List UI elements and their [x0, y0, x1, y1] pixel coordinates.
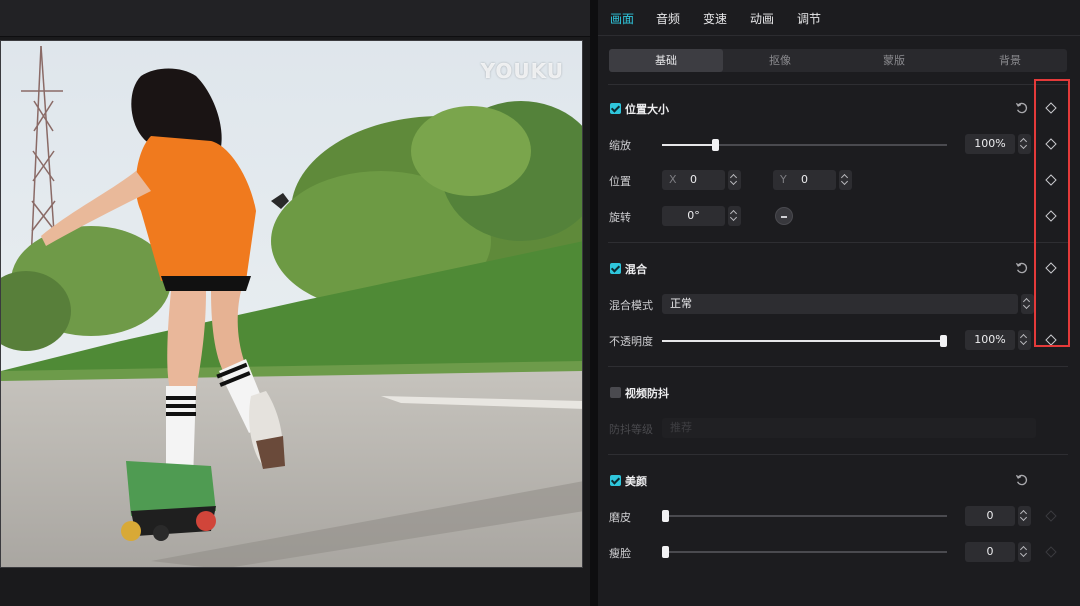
video-frame-image: [1, 41, 582, 567]
keyframe-diamond-icon[interactable]: [1045, 546, 1057, 558]
top-tab-bar: 画面 音频 变速 动画 调节: [598, 0, 1080, 36]
tab-picture[interactable]: 画面: [610, 10, 634, 27]
blend-mode-stepper[interactable]: [1021, 294, 1034, 314]
position-label: 位置: [609, 175, 631, 188]
smooth-value: 0: [986, 509, 994, 522]
opacity-value: 100%: [974, 333, 1006, 346]
smooth-slider[interactable]: [662, 510, 947, 522]
smooth-value-input[interactable]: 0: [965, 506, 1015, 526]
reset-icon[interactable]: [1015, 101, 1029, 115]
preview-footer: [0, 570, 590, 606]
opacity-value-input[interactable]: 100%: [965, 330, 1015, 350]
slim-face-value: 0: [986, 545, 994, 558]
divider: [608, 454, 1068, 455]
keyframe-diamond-icon[interactable]: [1045, 210, 1057, 222]
watermark-text: YOUKU: [480, 59, 564, 83]
preview-header: [0, 0, 590, 37]
sub-tab-bar: 基础 抠像 蒙版 背景: [609, 49, 1067, 72]
opacity-slider[interactable]: [662, 335, 947, 347]
opacity-stepper[interactable]: [1018, 330, 1031, 350]
scale-value: 100%: [974, 137, 1006, 150]
scale-value-input[interactable]: 100%: [965, 134, 1015, 154]
beauty-checkbox[interactable]: [610, 475, 621, 486]
keyframe-diamond-icon[interactable]: [1045, 102, 1057, 114]
tab-speed[interactable]: 变速: [703, 10, 727, 27]
rotate-input[interactable]: 0°: [662, 206, 725, 226]
stabilize-level-select: 推荐: [662, 418, 1036, 438]
scale-label: 缩放: [609, 139, 631, 152]
scale-slider-fill: [662, 144, 715, 146]
blend-mode-select[interactable]: 正常: [662, 294, 1018, 314]
preview-panel: YOUKU: [0, 0, 590, 606]
divider: [608, 242, 1068, 243]
scale-slider-thumb[interactable]: [712, 139, 719, 151]
opacity-slider-thumb[interactable]: [940, 335, 947, 347]
scale-stepper[interactable]: [1018, 134, 1031, 154]
rotate-dial[interactable]: [775, 207, 793, 225]
panel-splitter[interactable]: [590, 0, 598, 606]
slim-face-slider-thumb[interactable]: [662, 546, 669, 558]
divider: [608, 84, 1068, 85]
tab-adjust[interactable]: 调节: [797, 10, 821, 27]
stabilize-title: 视频防抖: [625, 387, 669, 400]
rotate-stepper[interactable]: [728, 206, 741, 226]
keyframe-diamond-icon[interactable]: [1045, 510, 1057, 522]
position-x-input[interactable]: X 0: [662, 170, 725, 190]
rotate-value: 0°: [687, 209, 700, 222]
blend-title: 混合: [625, 263, 647, 276]
position-y-value: 0: [801, 173, 808, 186]
smooth-slider-thumb[interactable]: [662, 510, 669, 522]
video-preview[interactable]: YOUKU: [0, 40, 583, 568]
position-y-stepper[interactable]: [839, 170, 852, 190]
stabilize-level-label: 防抖等级: [609, 423, 653, 436]
position-x-stepper[interactable]: [728, 170, 741, 190]
opacity-slider-fill: [662, 340, 943, 342]
keyframe-diamond-icon[interactable]: [1045, 334, 1057, 346]
slim-face-value-input[interactable]: 0: [965, 542, 1015, 562]
position-y-input[interactable]: Y 0: [773, 170, 836, 190]
keyframe-diamond-icon[interactable]: [1045, 262, 1057, 274]
keyframe-diamond-icon[interactable]: [1045, 138, 1057, 150]
subtab-basic[interactable]: 基础: [609, 49, 723, 72]
position-x-value: 0: [690, 173, 697, 186]
position-size-title: 位置大小: [625, 103, 669, 116]
slim-face-slider[interactable]: [662, 546, 947, 558]
stabilize-level-value: 推荐: [670, 421, 692, 434]
subtab-background[interactable]: 背景: [953, 49, 1067, 72]
tab-animation[interactable]: 动画: [750, 10, 774, 27]
opacity-label: 不透明度: [609, 335, 653, 348]
beauty-title: 美颜: [625, 475, 647, 488]
slim-face-label: 瘦脸: [609, 547, 631, 560]
blend-mode-label: 混合模式: [609, 299, 653, 312]
reset-icon[interactable]: [1015, 473, 1029, 487]
position-size-checkbox[interactable]: [610, 103, 621, 114]
scale-slider[interactable]: [662, 139, 947, 151]
subtab-mask[interactable]: 蒙版: [837, 49, 951, 72]
smooth-label: 磨皮: [609, 511, 631, 524]
blend-mode-value: 正常: [670, 297, 692, 310]
slim-face-stepper[interactable]: [1018, 542, 1031, 562]
inspector-panel: 画面 音频 变速 动画 调节 基础 抠像 蒙版 背景 位置大小 缩放 100% …: [598, 0, 1080, 606]
keyframe-diamond-icon[interactable]: [1045, 174, 1057, 186]
blend-checkbox[interactable]: [610, 263, 621, 274]
tab-audio[interactable]: 音频: [656, 10, 680, 27]
rotate-label: 旋转: [609, 211, 631, 224]
subtab-cutout[interactable]: 抠像: [723, 49, 837, 72]
divider: [608, 366, 1068, 367]
smooth-stepper[interactable]: [1018, 506, 1031, 526]
reset-icon[interactable]: [1015, 261, 1029, 275]
stabilize-checkbox[interactable]: [610, 387, 621, 398]
